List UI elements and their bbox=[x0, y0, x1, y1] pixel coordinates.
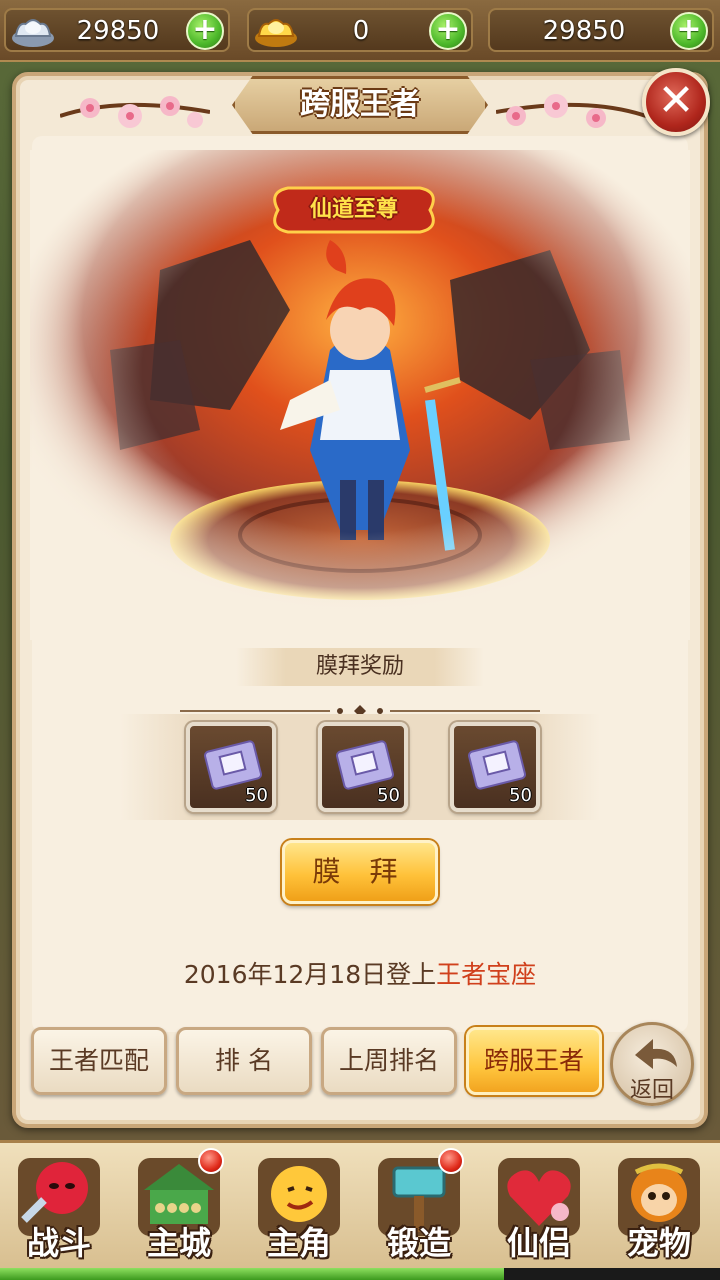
tab-ranking[interactable]: 排 名 bbox=[176, 1027, 312, 1095]
silver-amount: 29850 bbox=[76, 16, 160, 46]
reward-quantity: 50 bbox=[245, 785, 268, 806]
nav-label: 锻造 bbox=[386, 1224, 451, 1262]
third-currency: 29850 + bbox=[488, 8, 714, 52]
hero-title-text: 仙道至尊 bbox=[309, 197, 398, 222]
silver-currency: 29850 + bbox=[4, 8, 230, 52]
tab-last-week-ranking[interactable]: 上周排名 bbox=[321, 1027, 457, 1095]
reward-header-title: 膜拜奖励 bbox=[315, 654, 404, 679]
tab-king-match[interactable]: 王者匹配 bbox=[31, 1027, 167, 1095]
add-gold-button[interactable]: + bbox=[429, 12, 467, 50]
blossom-left-decoration bbox=[60, 96, 210, 128]
nav-forge[interactable]: 锻造 bbox=[364, 1146, 474, 1270]
nav-label: 战斗 bbox=[26, 1224, 91, 1262]
worship-button[interactable]: 膜 拜 bbox=[282, 840, 438, 904]
scroll-voucher-icon bbox=[467, 740, 527, 790]
close-button[interactable]: ✕ bbox=[642, 68, 710, 136]
notification-badge bbox=[438, 1148, 464, 1174]
nav-city[interactable]: 主城 bbox=[124, 1146, 234, 1270]
add-silver-button[interactable]: + bbox=[186, 12, 224, 50]
silver-ingot-icon bbox=[10, 12, 56, 50]
gold-amount: 0 bbox=[352, 16, 370, 46]
reward-quantity: 50 bbox=[377, 785, 400, 806]
blossom-right-decoration bbox=[496, 94, 646, 128]
experience-bar bbox=[0, 1268, 720, 1280]
reward-quantity: 50 bbox=[509, 785, 532, 806]
tab-cross-server-king[interactable]: 跨服王者 bbox=[466, 1027, 602, 1095]
gold-ingot-icon bbox=[253, 12, 299, 50]
third-currency-amount: 29850 bbox=[542, 16, 626, 46]
dialog-title: 跨服王者 bbox=[300, 87, 420, 122]
scroll-voucher-icon bbox=[203, 740, 263, 790]
scroll-voucher-icon bbox=[335, 740, 395, 790]
nav-partner[interactable]: 仙侣 bbox=[484, 1146, 594, 1270]
nav-pet[interactable]: 宠物 bbox=[604, 1146, 714, 1270]
nav-label: 主角 bbox=[266, 1224, 331, 1262]
nav-label: 仙侣 bbox=[506, 1224, 571, 1262]
nav-label: 主城 bbox=[146, 1224, 211, 1262]
gold-currency: 0 + bbox=[247, 8, 473, 52]
reward-item[interactable]: 50 bbox=[318, 722, 408, 812]
back-label: 返回 bbox=[629, 1078, 674, 1103]
add-currency-button[interactable]: + bbox=[670, 12, 708, 50]
crowned-date: 2016年12月18日登上 bbox=[183, 960, 437, 989]
notification-badge bbox=[198, 1148, 224, 1174]
crowned-date-text: 2016年12月18日登上王者宝座 bbox=[30, 955, 690, 995]
nav-hero[interactable]: 主角 bbox=[244, 1146, 354, 1270]
throne-highlight: 王者宝座 bbox=[436, 960, 537, 989]
nav-battle[interactable]: 战斗 bbox=[4, 1146, 114, 1270]
nav-label: 宠物 bbox=[626, 1224, 691, 1262]
reward-item[interactable]: 50 bbox=[450, 722, 540, 812]
close-icon: ✕ bbox=[657, 75, 695, 126]
reward-item[interactable]: 50 bbox=[186, 722, 276, 812]
experience-fill bbox=[0, 1268, 504, 1280]
currency-bar: 29850 + 0 + 29850 + bbox=[0, 0, 720, 62]
